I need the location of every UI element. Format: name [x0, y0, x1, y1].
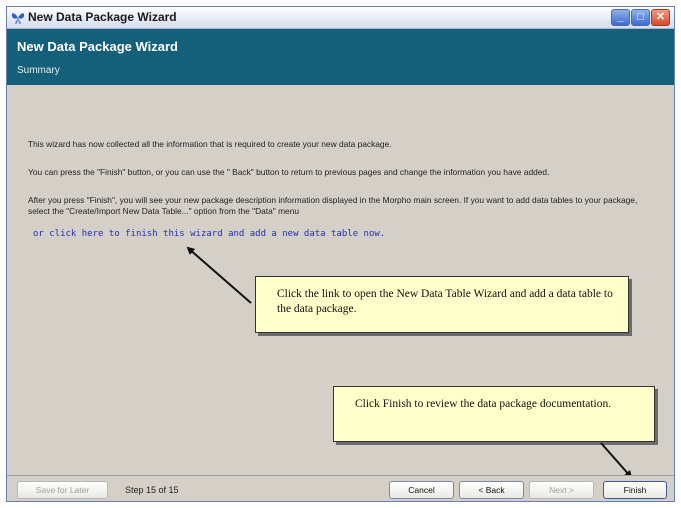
minimize-button[interactable]: _ [611, 9, 630, 26]
summary-paragraph-3: After you press "Finish", you will see y… [28, 195, 638, 216]
save-for-later-button[interactable]: Save for Later [17, 481, 108, 499]
maximize-icon: □ [637, 11, 644, 23]
cancel-button[interactable]: Cancel [389, 481, 454, 499]
summary-paragraph-2: You can press the "Finish" button, or yo… [28, 167, 550, 177]
wizard-window: New Data Package Wizard _ □ ✕ New Data P… [6, 6, 675, 502]
summary-paragraph-1: This wizard has now collected all the in… [28, 139, 392, 149]
morpho-butterfly-icon [11, 13, 25, 24]
maximize-button[interactable]: □ [631, 9, 650, 26]
minimize-icon: _ [617, 11, 624, 23]
step-indicator: Step 15 of 15 [125, 485, 179, 495]
callout-finish-note: Click Finish to review the data package … [333, 386, 655, 442]
window-title: New Data Package Wizard [28, 10, 177, 24]
next-button[interactable]: Next > [529, 481, 594, 499]
close-icon: ✕ [655, 11, 666, 23]
header-subtitle: Summary [17, 65, 60, 76]
wizard-header: New Data Package Wizard Summary [7, 29, 674, 85]
finish-button[interactable]: Finish [603, 481, 667, 499]
wizard-footer: Save for Later Step 15 of 15 Cancel < Ba… [7, 475, 674, 501]
back-button[interactable]: < Back [459, 481, 524, 499]
header-title: New Data Package Wizard [17, 39, 179, 54]
title-bar[interactable]: New Data Package Wizard _ □ ✕ [7, 7, 674, 29]
add-data-table-link[interactable]: or click here to finish this wizard and … [33, 229, 385, 239]
wizard-content: This wizard has now collected all the in… [7, 85, 674, 475]
close-button[interactable]: ✕ [651, 9, 670, 26]
callout-link-note: Click the link to open the New Data Tabl… [255, 276, 629, 333]
